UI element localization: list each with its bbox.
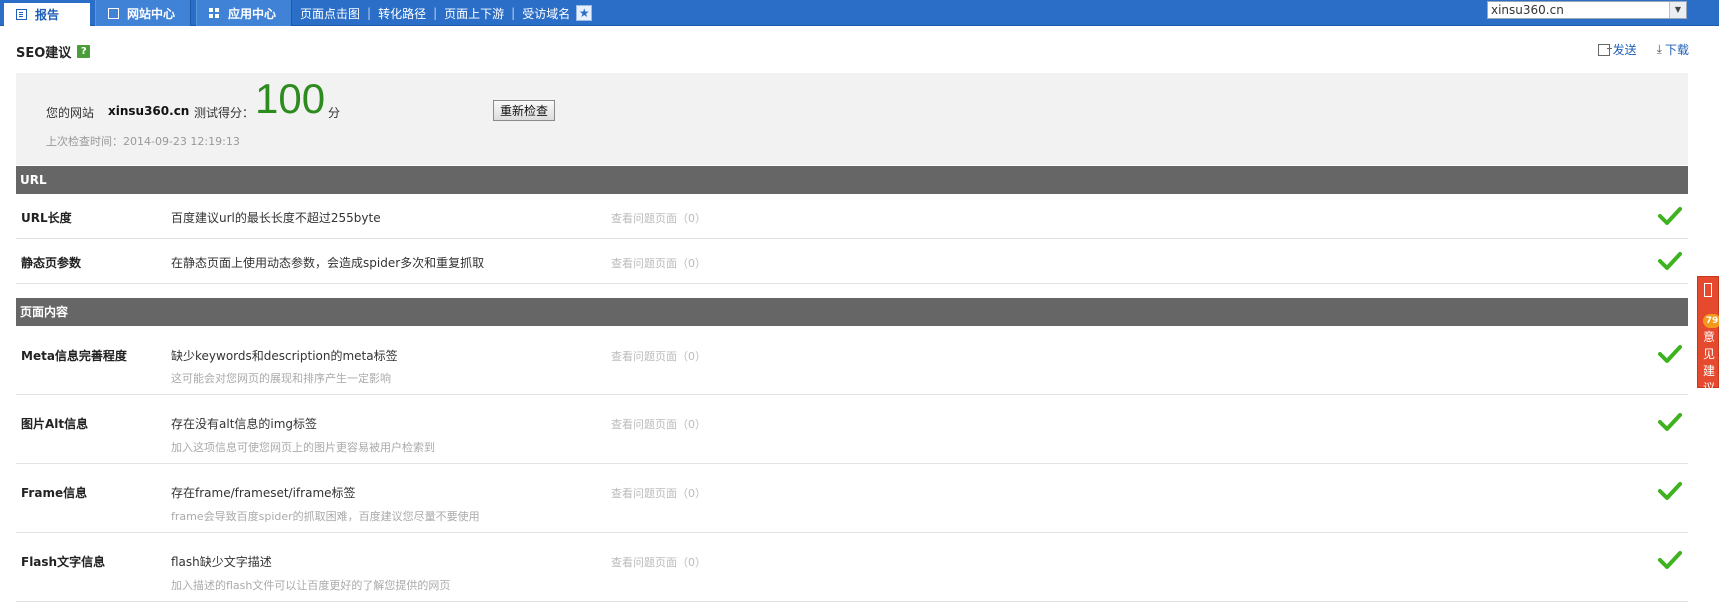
tab-app-label: 应用中心 [228, 6, 277, 21]
row-name: Meta信息完善程度 [21, 349, 127, 363]
grid-icon [209, 7, 220, 19]
tab-site-center[interactable]: 网站中心 [95, 0, 191, 26]
recheck-button[interactable]: 重新检查 [493, 100, 555, 121]
tab-report-label: 报告 [35, 8, 60, 22]
table-row: Flash文字信息 flash缺少文字描述 加入描述的flash文件可以让百度更… [16, 533, 1688, 602]
check-icon [1658, 551, 1682, 569]
row-name: 图片Alt信息 [21, 417, 89, 431]
row-sub-desc: 这可能会对您网页的展现和排序产生一定影响 [171, 372, 391, 385]
row-desc: 存在没有alt信息的img标签 [171, 417, 318, 431]
row-sub-desc: 加入描述的flash文件可以让百度更好的了解您提供的网页 [171, 579, 451, 592]
section-header-page-content: 页面内容 [16, 298, 1688, 326]
view-problem-pages-link[interactable]: 查看问题页面（0） [611, 210, 706, 226]
row-sub-desc: 加入这项信息可使您网页上的图片更容易被用户检索到 [171, 441, 435, 454]
send-icon [1597, 43, 1612, 56]
check-icon [1658, 413, 1682, 431]
row-name: Flash文字信息 [21, 555, 106, 569]
row-desc: 缺少keywords和description的meta标签 [171, 349, 398, 363]
check-icon [1658, 482, 1682, 500]
help-icon[interactable]: ? [77, 45, 91, 58]
last-check-time: 上次检查时间：2014-09-23 12:19:13 [46, 135, 240, 148]
view-problem-pages-link[interactable]: 查看问题页面（0） [611, 554, 706, 570]
score-label: 测试得分： [194, 106, 255, 120]
check-icon [1658, 252, 1682, 270]
check-icon [1658, 207, 1682, 225]
tab-site-label: 网站中心 [127, 6, 176, 21]
feedback-label: 意见建议 [1702, 330, 1715, 395]
top-actions: 发送 ⤓ 下载 [1597, 41, 1689, 58]
table-row: 静态页参数 在静态页面上使用动态参数，会造成spider多次和重复抓取 查看问题… [16, 239, 1688, 284]
table-row: Meta信息完善程度 缺少keywords和description的meta标签… [16, 326, 1688, 395]
nav-link-page-flow[interactable]: 页面上下游 [444, 5, 504, 22]
nav-separator: | [433, 6, 438, 20]
row-name: Frame信息 [21, 486, 88, 500]
view-problem-pages-link[interactable]: 查看问题页面（0） [611, 485, 706, 501]
pen-icon [1704, 283, 1712, 297]
nav-separator: | [367, 6, 372, 20]
nav-separator: | [511, 6, 516, 20]
row-desc: 存在frame/frameset/iframe标签 [171, 486, 356, 500]
site-label: 您的网站 [46, 106, 95, 120]
top-nav: 报告 网站中心 应用中心 页面点击图 | 转化路径 | 页面上下游 | 受访域名… [0, 0, 1719, 26]
site-select-value: xinsu360.cn [1491, 3, 1564, 17]
view-problem-pages-link[interactable]: 查看问题页面（0） [611, 255, 706, 271]
row-desc: 百度建议url的最长长度不超过255byte [171, 211, 381, 225]
nav-link-conversion-path[interactable]: 转化路径 [378, 5, 426, 22]
download-label: 下载 [1664, 43, 1689, 57]
row-name: URL长度 [21, 211, 72, 225]
table-row: URL长度 百度建议url的最长长度不超过255byte 查看问题页面（0） [16, 194, 1688, 239]
feedback-tab[interactable]: 79 意见建议 [1697, 276, 1719, 395]
row-name: 静态页参数 [21, 256, 82, 270]
view-problem-pages-link[interactable]: 查看问题页面（0） [611, 416, 706, 432]
chevron-down-icon[interactable]: ▼ [1669, 2, 1686, 18]
score-unit: 分 [328, 106, 341, 120]
nav-link-visited-domains[interactable]: 受访域名 [522, 5, 570, 22]
site-name: xinsu360.cn [108, 104, 190, 118]
view-problem-pages-link[interactable]: 查看问题页面（0） [611, 348, 706, 364]
row-sub-desc: frame会导致百度spider的抓取困难，百度建议您尽量不要使用 [171, 510, 480, 523]
page-title-text: SEO建议 [16, 46, 72, 61]
download-icon: ⤓ [1656, 42, 1662, 56]
nav-link-click-map[interactable]: 页面点击图 [300, 5, 360, 22]
download-button[interactable]: ⤓ 下载 [1657, 41, 1689, 58]
score-value: 100 [255, 75, 326, 122]
send-label: 发送 [1612, 43, 1637, 57]
send-button[interactable]: 发送 [1597, 41, 1637, 58]
nav-links: 页面点击图 | 转化路径 | 页面上下游 | 受访域名 ★ [300, 0, 593, 26]
row-desc: 在静态页面上使用动态参数，会造成spider多次和重复抓取 [171, 256, 485, 270]
tab-report[interactable]: 报告 [4, 0, 90, 26]
feedback-badge: 79 [1703, 314, 1719, 328]
tab-app-center[interactable]: 应用中心 [196, 0, 292, 26]
star-icon[interactable]: ★ [576, 5, 593, 21]
site-select[interactable]: xinsu360.cn ▼ [1487, 1, 1687, 19]
summary-panel: 您的网站 xinsu360.cn 测试得分： 100 分 重新检查 上次检查时间… [16, 73, 1688, 165]
section-header-url: URL [16, 166, 1688, 194]
page-title: SEO建议 ? [16, 42, 91, 61]
table-row: Frame信息 存在frame/frameset/iframe标签 frame会… [16, 464, 1688, 533]
table-row: 图片Alt信息 存在没有alt信息的img标签 加入这项信息可使您网页上的图片更… [16, 395, 1688, 464]
check-icon [1658, 345, 1682, 363]
row-desc: flash缺少文字描述 [171, 555, 272, 569]
report-icon [16, 9, 27, 20]
edit-icon [108, 7, 119, 19]
